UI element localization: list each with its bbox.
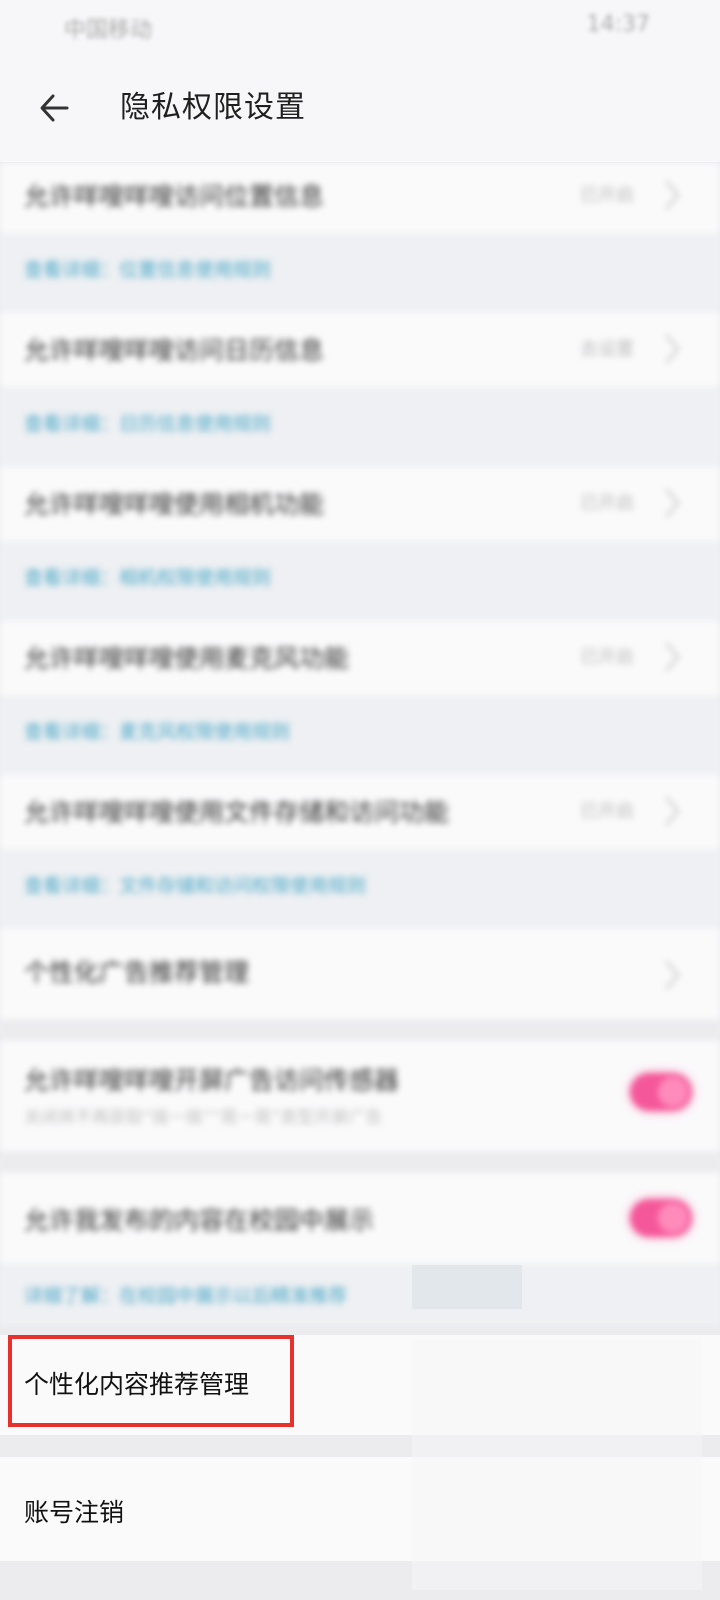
permission-note[interactable]: 查看详细：相机权限使用规则 — [0, 541, 720, 621]
permission-note-text[interactable]: 查看详细：文件存储和访问权限使用规则 — [24, 871, 366, 898]
chevron-right-icon — [665, 642, 680, 672]
permission-list: 允许咩嗖咩嗖访问位置信息 已开启 查看详细：位置信息使用规则 允许咩嗖咩嗖访问日… — [0, 163, 720, 1325]
permission-note-text[interactable]: 查看详细：麦克风权限使用规则 — [24, 717, 290, 744]
blur-overlay — [412, 1265, 522, 1309]
permission-note-text[interactable]: 查看详细：日历信息使用规则 — [24, 409, 271, 436]
permission-item-location[interactable]: 允许咩嗖咩嗖访问位置信息 已开启 — [0, 163, 720, 233]
account-cancel-label: 账号注销 — [24, 1498, 125, 1527]
carrier-label: 中国移动 — [64, 18, 153, 43]
chevron-right-icon — [665, 488, 680, 518]
splash-ad-sensor-toggle-row: 允许咩嗖咩嗖开屏广告访问传感器 关闭将不再获取“摇一摇”“晃一晃”类型开屏广告 — [0, 1041, 720, 1151]
campus-note-text[interactable]: 详细了解：在校园中展示以后精准推荐 — [24, 1281, 347, 1308]
permission-label: 允许咩嗖咩嗖使用相机功能 — [24, 490, 325, 519]
permission-label: 允许咩嗖咩嗖使用麦克风功能 — [24, 644, 350, 673]
campus-note[interactable]: 详细了解：在校园中展示以后精准推荐 — [0, 1263, 720, 1325]
arrow-left-icon — [40, 94, 69, 122]
permission-note[interactable]: 查看详细：文件存储和访问权限使用规则 — [0, 849, 720, 929]
permission-state: 已开启 — [580, 185, 634, 206]
section-gap — [0, 1151, 720, 1173]
app-bar: 隐私权限设置 — [0, 52, 720, 163]
status-bar: 中国移动 14:37 — [0, 0, 720, 52]
blur-overlay — [412, 1340, 702, 1590]
permission-note-text[interactable]: 查看详细：位置信息使用规则 — [24, 255, 271, 282]
permission-note-text[interactable]: 查看详细：相机权限使用规则 — [24, 563, 271, 590]
section-gap — [0, 1019, 720, 1041]
permission-label: 允许咩嗖咩嗖访问位置信息 — [24, 182, 325, 211]
campus-display-toggle[interactable] — [630, 1199, 692, 1237]
permission-state: 已开启 — [580, 801, 634, 822]
permission-label: 允许咩嗖咩嗖使用文件存储和访问功能 — [24, 798, 450, 827]
permission-note[interactable]: 查看详细：日历信息使用规则 — [0, 387, 720, 467]
permission-state: 去设置 — [580, 339, 634, 360]
permission-label: 允许咩嗖咩嗖访问日历信息 — [24, 336, 325, 365]
permission-item-camera[interactable]: 允许咩嗖咩嗖使用相机功能 已开启 — [0, 467, 720, 541]
permission-state: 已开启 — [580, 493, 634, 514]
chevron-right-icon — [665, 960, 680, 990]
chevron-right-icon — [665, 180, 680, 210]
chevron-right-icon — [665, 796, 680, 826]
permission-note[interactable]: 查看详细：麦克风权限使用规则 — [0, 695, 720, 775]
splash-ad-sensor-toggle[interactable] — [630, 1073, 692, 1111]
toggle-label: 允许咩嗖咩嗖开屏广告访问传感器 — [24, 1066, 400, 1095]
permission-item-storage[interactable]: 允许咩嗖咩嗖使用文件存储和访问功能 已开启 — [0, 775, 720, 849]
ad-recommendation-management-item[interactable]: 个性化广告推荐管理 — [0, 929, 720, 1019]
content-recommendation-label: 个性化内容推荐管理 — [24, 1370, 250, 1399]
ad-recommendation-label: 个性化广告推荐管理 — [24, 958, 250, 987]
permission-state: 已开启 — [580, 647, 634, 668]
status-time: 14:37 — [586, 12, 650, 37]
toggle-label: 允许我发布的内容在校园中展示 — [24, 1206, 375, 1235]
toggle-description: 关闭将不再获取“摇一摇”“晃一晃”类型开屏广告 — [24, 1108, 383, 1128]
page-title: 隐私权限设置 — [120, 90, 306, 125]
campus-display-toggle-row: 允许我发布的内容在校园中展示 — [0, 1173, 720, 1263]
permission-item-calendar[interactable]: 允许咩嗖咩嗖访问日历信息 去设置 — [0, 313, 720, 387]
permission-item-microphone[interactable]: 允许咩嗖咩嗖使用麦克风功能 已开启 — [0, 621, 720, 695]
back-button[interactable] — [34, 78, 74, 138]
permission-note[interactable]: 查看详细：位置信息使用规则 — [0, 233, 720, 313]
chevron-right-icon — [665, 334, 680, 364]
